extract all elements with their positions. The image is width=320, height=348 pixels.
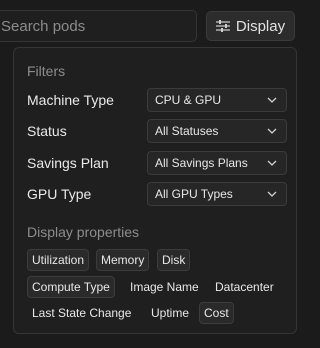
chevron-down-icon xyxy=(267,160,277,166)
pods-view: Search pods Display Filters Machine Type xyxy=(0,0,313,348)
chevron-down-icon xyxy=(267,191,277,197)
filter-label-savings-plan: Savings Plan xyxy=(27,155,109,171)
gpu-type-select[interactable]: All GPU Types xyxy=(147,182,287,206)
machine-type-select[interactable]: CPU & GPU xyxy=(147,88,287,112)
property-chip-cost[interactable]: Cost xyxy=(199,302,234,324)
display-button-label: Display xyxy=(235,17,286,35)
property-chip-utilization[interactable]: Utilization xyxy=(27,249,90,271)
property-chip-memory[interactable]: Memory xyxy=(96,249,150,271)
filter-label-machine-type: Machine Type xyxy=(27,92,114,108)
display-popover: Filters Machine Type CPU & GPU Status Al… xyxy=(13,47,297,334)
property-chip-image-name[interactable]: Image Name xyxy=(125,276,204,298)
chevron-down-icon xyxy=(267,128,277,134)
status-value: All Statuses xyxy=(155,124,219,138)
savings-plan-value: All Savings Plans xyxy=(155,156,248,170)
status-select[interactable]: All Statuses xyxy=(147,119,287,143)
property-chip-uptime[interactable]: Uptime xyxy=(146,302,194,324)
filter-label-status: Status xyxy=(27,123,67,139)
filter-label-gpu-type: GPU Type xyxy=(27,186,92,202)
property-chip-datacenter[interactable]: Datacenter xyxy=(210,276,279,298)
display-button[interactable]: Display xyxy=(206,11,295,41)
property-chip-disk[interactable]: Disk xyxy=(157,249,191,271)
sliders-icon xyxy=(215,20,230,32)
property-chip-last-state-change[interactable]: Last State Change xyxy=(27,302,136,324)
chevron-down-icon xyxy=(267,97,277,103)
property-chip-compute-type[interactable]: Compute Type xyxy=(27,276,115,298)
filters-heading: Filters xyxy=(27,63,66,79)
gpu-type-value: All GPU Types xyxy=(155,187,233,201)
search-input[interactable]: Search pods xyxy=(0,10,197,42)
savings-plan-select[interactable]: All Savings Plans xyxy=(147,151,287,175)
display-properties-heading: Display properties xyxy=(27,224,140,240)
machine-type-value: CPU & GPU xyxy=(155,93,222,107)
search-placeholder: Search pods xyxy=(1,17,86,35)
